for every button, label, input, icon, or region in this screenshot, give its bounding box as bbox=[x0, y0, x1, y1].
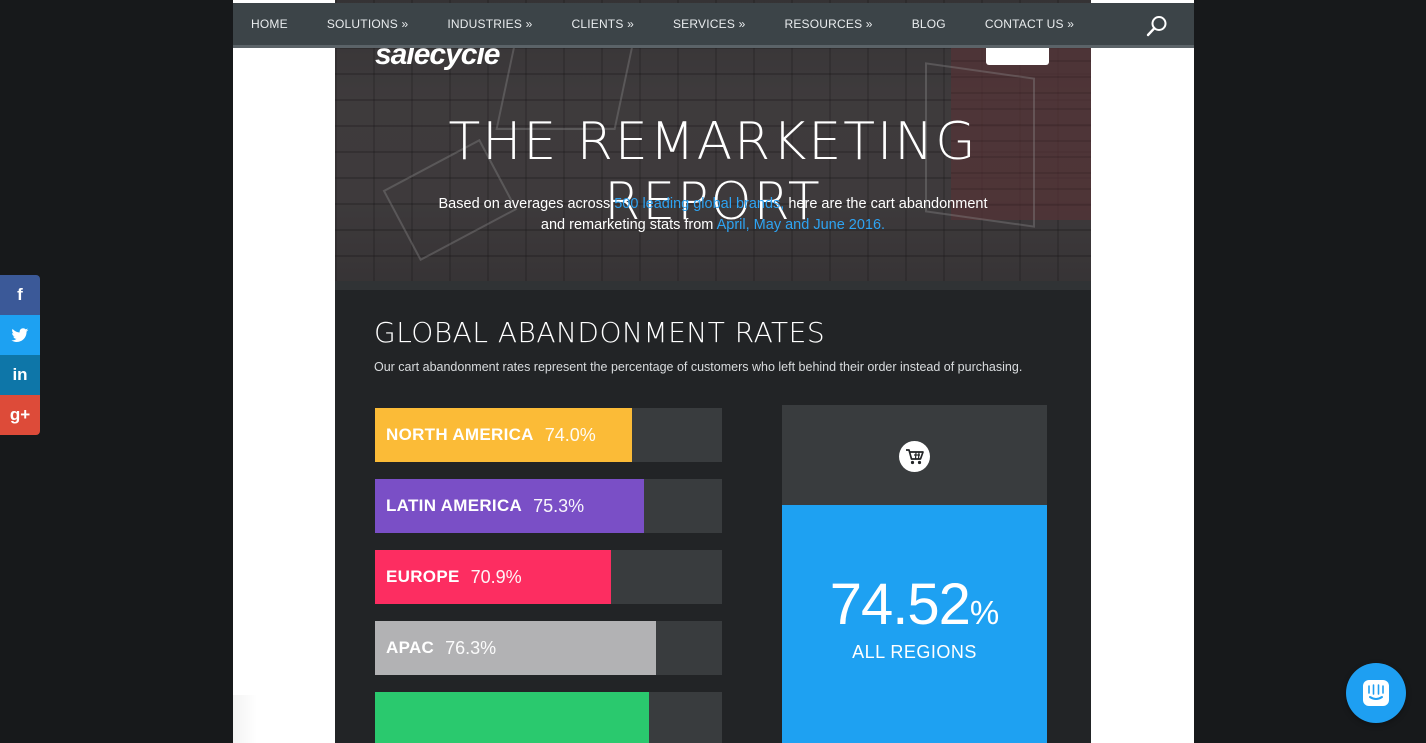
region-bar: LATIN AMERICA 75.3% bbox=[375, 479, 722, 533]
summary-panel: 74.52% ALL REGIONS bbox=[782, 405, 1047, 743]
region-name: EUROPE bbox=[386, 567, 460, 586]
report-subtitle: Based on averages across 500 leading glo… bbox=[438, 196, 988, 233]
chat-launcher-button[interactable] bbox=[1346, 663, 1406, 723]
twitter-icon[interactable] bbox=[0, 315, 40, 355]
nav-services[interactable]: SERVICES » bbox=[673, 17, 745, 31]
region-bar: EUROPE 70.9% bbox=[375, 550, 722, 604]
region-bar-fill bbox=[375, 692, 650, 743]
summary-panel-body: 74.52% ALL REGIONS bbox=[782, 505, 1047, 743]
region-name: LATIN AMERICA bbox=[386, 496, 523, 515]
page-edge bbox=[233, 695, 257, 743]
chat-icon bbox=[1363, 680, 1389, 706]
divider bbox=[335, 281, 1091, 290]
linkedin-icon[interactable]: in bbox=[0, 355, 40, 395]
nav-solutions[interactable]: SOLUTIONS » bbox=[327, 17, 409, 31]
region-bar-fill: NORTH AMERICA 74.0% bbox=[375, 408, 632, 462]
region-bar-fill: LATIN AMERICA 75.3% bbox=[375, 479, 644, 533]
region-rate: 74.0% bbox=[544, 424, 596, 445]
region-name: APAC bbox=[386, 638, 435, 657]
section-description: Our cart abandonment rates represent the… bbox=[374, 360, 1023, 374]
nav-industries[interactable]: INDUSTRIES » bbox=[447, 17, 532, 31]
region-rate: 76.3% bbox=[445, 637, 497, 658]
region-bar: NORTH AMERICA 74.0% bbox=[375, 408, 722, 462]
nav-contact-us[interactable]: CONTACT US » bbox=[985, 17, 1074, 31]
facebook-icon[interactable]: f bbox=[0, 275, 40, 315]
region-rate: 70.9% bbox=[470, 566, 522, 587]
infographic: salecycle THE REMARKETING REPORT Based o… bbox=[335, 0, 1091, 743]
region-name: NORTH AMERICA bbox=[386, 425, 534, 444]
region-bar: APAC 76.3% bbox=[375, 621, 722, 675]
summary-value: 74.52% bbox=[829, 572, 1000, 637]
top-navigation: HOME SOLUTIONS » INDUSTRIES » CLIENTS » … bbox=[233, 3, 1194, 48]
section-title: GLOBAL ABANDONMENT RATES bbox=[374, 316, 826, 349]
period-link: April, May and June 2016. bbox=[716, 217, 886, 233]
region-bar-fill: EUROPE 70.9% bbox=[375, 550, 611, 604]
region-rate: 75.3% bbox=[533, 495, 585, 516]
brands-link: 500 leading global brands, bbox=[614, 196, 785, 212]
region-bar-chart: NORTH AMERICA 74.0% LATIN AMERICA 75.3% EURO… bbox=[375, 408, 722, 743]
search-icon[interactable] bbox=[1146, 15, 1168, 37]
nav-home[interactable]: HOME bbox=[251, 17, 288, 31]
cart-icon bbox=[899, 441, 930, 472]
region-bar-fill: APAC 76.3% bbox=[375, 621, 657, 675]
google-plus-icon[interactable]: g+ bbox=[0, 395, 40, 435]
nav-resources[interactable]: RESOURCES » bbox=[784, 17, 872, 31]
summary-label: ALL REGIONS bbox=[852, 642, 977, 662]
nav-blog[interactable]: BLOG bbox=[912, 17, 946, 31]
summary-panel-header bbox=[782, 405, 1047, 505]
social-share-bar: f in g+ bbox=[0, 275, 40, 435]
region-bar bbox=[375, 692, 722, 743]
nav-clients[interactable]: CLIENTS » bbox=[571, 17, 634, 31]
